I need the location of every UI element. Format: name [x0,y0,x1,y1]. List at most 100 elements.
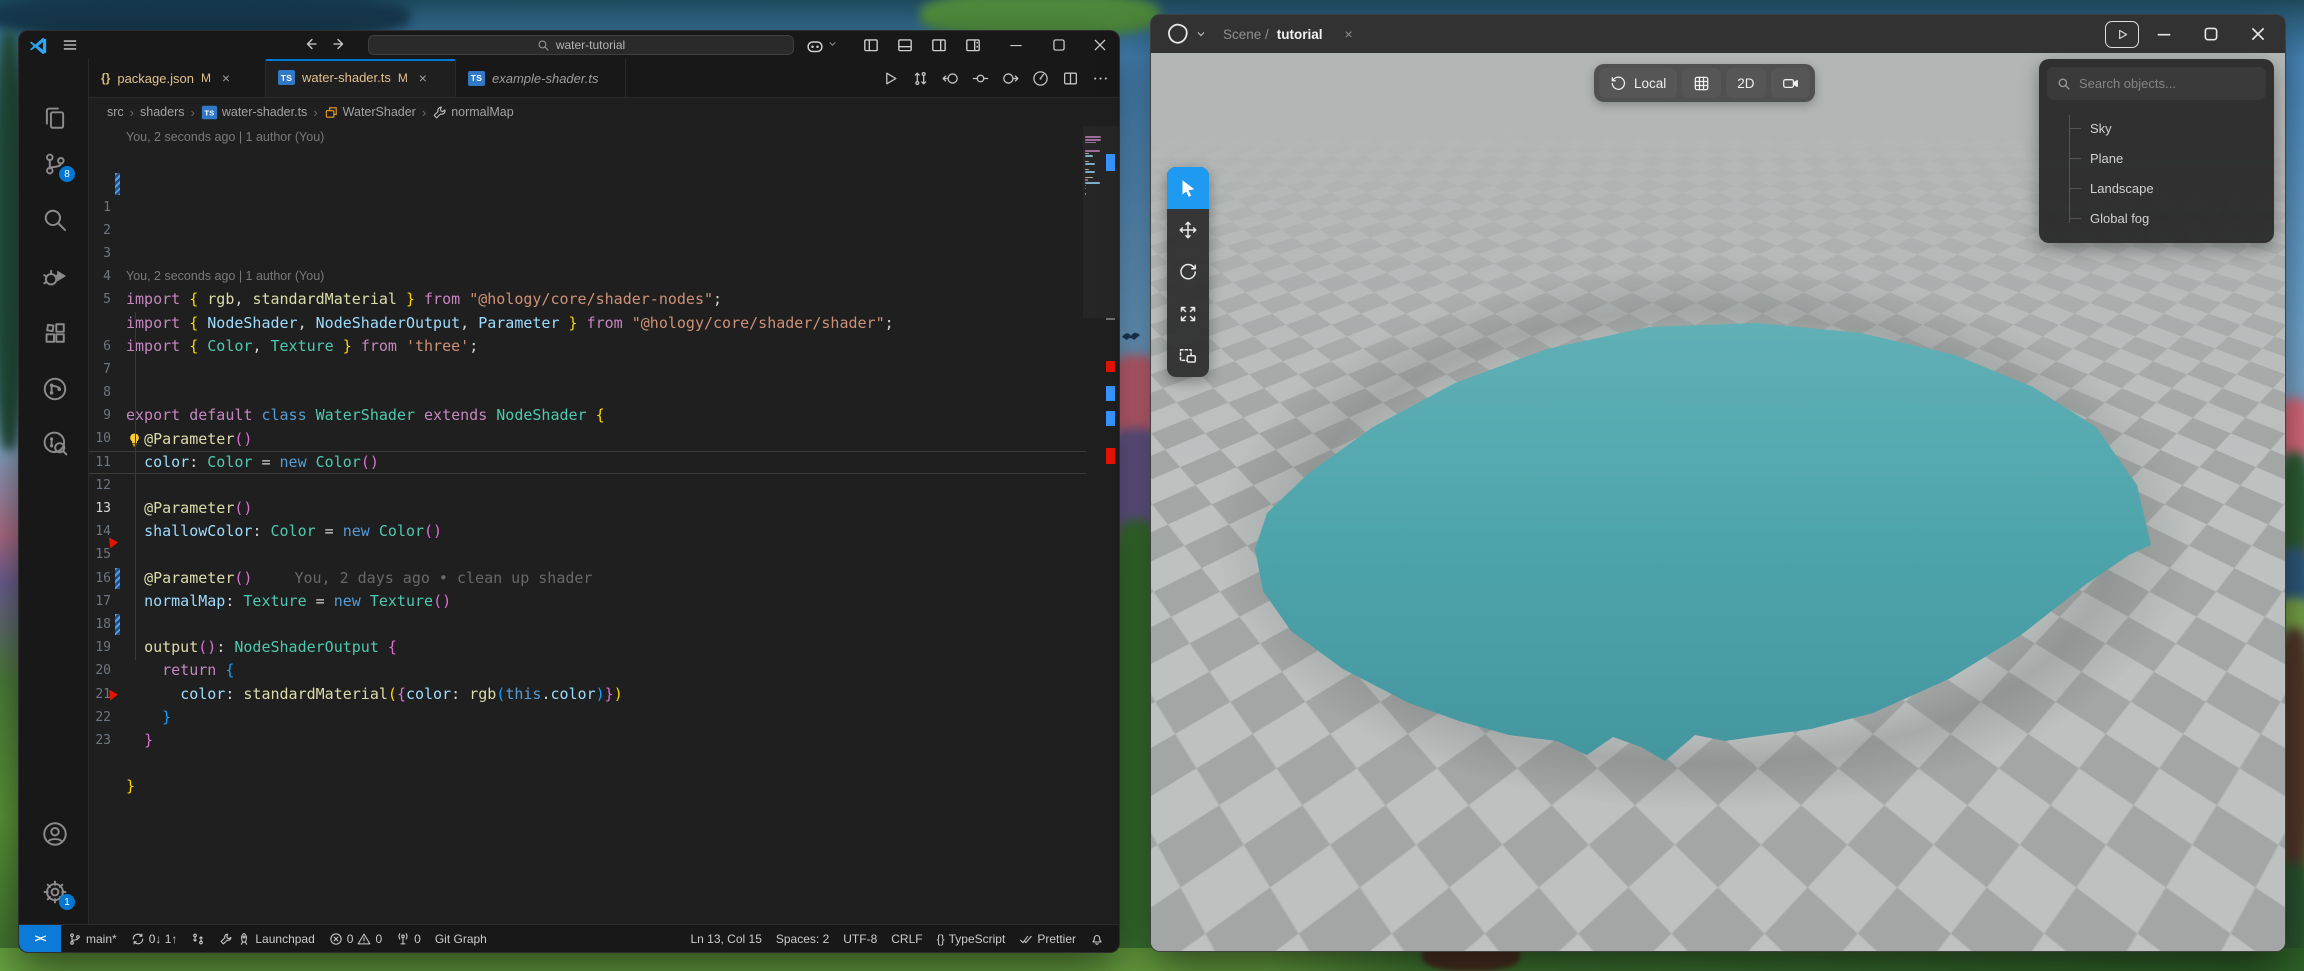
object-item-landscape[interactable]: Landscape [2069,177,2266,199]
code-line-10[interactable]: 10 @Parameter() [89,381,1086,404]
code-line-18[interactable]: 18 color: standardMaterial({color: rgb(t… [89,567,1086,590]
code-line-5[interactable]: 5 [89,242,1086,265]
breadcrumb-item[interactable]: shaders [140,105,184,119]
tool-scale[interactable] [1167,293,1209,335]
tab-water-shader.ts[interactable]: TSwater-shader.ts M × [266,59,456,97]
maximize-icon[interactable] [1050,36,1068,54]
scene-tab[interactable]: Scene / tutorial × [1223,15,1353,53]
close-icon[interactable] [1091,36,1109,54]
status-formatter[interactable]: Prettier [1012,932,1083,946]
code-line-17[interactable]: 17 return { [89,543,1086,566]
code-line-3[interactable]: 3 import { NodeShader, NodeShaderOutput,… [89,196,1086,219]
code-line-20[interactable]: 20 } [89,613,1086,636]
run-graph-icon[interactable] [1032,70,1049,87]
code-line-4[interactable]: 4 import { Color, Texture } from 'three'… [89,219,1086,242]
status-sync[interactable]: 0↓ 1↑ [124,925,185,952]
tab-package.json[interactable]: {}package.json M × [89,59,266,97]
code-line-14[interactable]: 14 normalMap: Texture = new Texture() [89,474,1086,497]
breadcrumb-item[interactable]: TSwater-shader.ts [201,105,307,120]
breadcrumb-item[interactable]: src [107,105,124,119]
object-item-sky[interactable]: Sky [2069,117,2266,139]
code-line-22[interactable]: 22 } [89,659,1086,682]
code-editor[interactable]: You, 2 seconds ago | 1 author (You) 1 2 … [89,126,1119,924]
compare-changes-icon[interactable] [912,70,929,87]
activity-git-graph-circle-icon[interactable] [42,376,68,402]
toggle-panel-icon[interactable] [896,36,914,54]
activity-files-icon[interactable] [42,105,68,131]
code-line-6[interactable]: 6 export default class WaterShader exten… [89,288,1086,311]
breadcrumb[interactable]: src›shaders›TSwater-shader.ts›WaterShade… [107,98,1119,126]
status-indentation[interactable]: Spaces: 2 [769,932,836,946]
code-line-2[interactable]: 2 import { rgb, standardMaterial } from … [89,172,1086,195]
status-branch[interactable]: main* [61,925,124,952]
toolbar-view-2d[interactable]: 2D [1726,68,1765,98]
code-line-21[interactable]: 21 [89,636,1086,659]
code-line-12[interactable]: 12 [89,427,1086,450]
status-encoding[interactable]: UTF-8 [836,932,884,946]
nav-forward-icon[interactable] [332,36,348,54]
prev-change-icon[interactable] [942,70,959,87]
status-feedback[interactable]: 0 [389,925,428,952]
remote-indicator[interactable]: >< [19,925,61,952]
breadcrumb-item[interactable]: WaterShader [324,105,416,120]
object-item-plane[interactable]: Plane [2069,147,2266,169]
close-tab-icon[interactable]: × [218,70,234,86]
status-launchpad[interactable]: Launchpad [212,925,321,952]
water-plane[interactable] [1251,317,2157,763]
objects-search-input[interactable]: Search objects... [2047,67,2266,100]
maximize-icon[interactable] [2201,24,2221,44]
activity-run-debug-icon[interactable] [42,263,68,289]
status-cursor-position[interactable]: Ln 13, Col 15 [683,932,768,946]
activity-search-icon[interactable] [42,207,68,233]
chevron-down-icon[interactable] [827,36,838,54]
object-item-global-fog[interactable]: Global fog [2069,207,2266,229]
code-line-9[interactable]: 9 [89,358,1086,381]
toggle-secondary-sidebar-icon[interactable] [930,36,948,54]
code-line-1[interactable]: 1 [89,149,1086,172]
copilot-icon[interactable] [805,36,825,54]
customize-layout-icon[interactable] [964,36,982,54]
toggle-sidebar-icon[interactable] [862,36,880,54]
tool-rotate[interactable] [1167,251,1209,293]
chevron-down-icon[interactable] [1195,28,1207,40]
tab-example-shader.ts[interactable]: TSexample-shader.ts [456,59,626,97]
next-change-icon[interactable] [1002,70,1019,87]
play-button[interactable] [2105,21,2139,48]
activity-git-history-icon[interactable] [42,430,68,456]
code-line-23[interactable]: 23 [89,683,1086,706]
code-line-11[interactable]: 11 shallowColor: Color = new Color() [89,404,1086,427]
code-line-8[interactable]: 8 color: Color = new Color() [89,335,1086,358]
status-git-graph[interactable]: Git Graph [428,925,494,952]
scene-tab-close-icon[interactable]: × [1331,26,1353,42]
activity-account-icon[interactable] [42,821,68,847]
activity-source-control-icon[interactable]: 8 [42,151,68,177]
toolbar-grid-snap[interactable] [1682,68,1721,98]
status-notifications[interactable] [1083,932,1111,946]
toolbar-camera[interactable] [1771,68,1810,98]
activity-extensions-icon[interactable] [42,320,68,346]
split-editor-icon[interactable] [1062,70,1079,87]
code-line-7[interactable]: 7 @Parameter() [89,312,1086,335]
menu-icon[interactable] [61,36,79,54]
more-actions-icon[interactable] [1092,70,1109,87]
minimize-icon[interactable] [2154,24,2174,44]
toolbar-transform-space[interactable]: Local [1599,68,1677,98]
nav-back-icon[interactable] [302,36,318,54]
status-language[interactable]: {}TypeScript [930,932,1013,946]
status-problems[interactable]: 00 [322,925,389,952]
breadcrumb-item[interactable]: normalMap [432,105,514,120]
viewport-3d[interactable]: Local 2D Search objects... Sky Plane Landsc… [1151,53,2285,951]
command-center-search[interactable]: water-tutorial [368,35,794,55]
code-line-19[interactable]: 19 } [89,590,1086,613]
status-compare[interactable] [184,925,212,952]
minimap[interactable] [1085,126,1103,924]
tool-move[interactable] [1167,209,1209,251]
activity-gear-icon[interactable]: 1 [42,879,68,905]
code-line-15[interactable]: 15 [89,497,1086,520]
status-eol[interactable]: CRLF [884,932,929,946]
code-line-13[interactable]: 13 @Parameter()You, 2 days ago • clean u… [89,451,1086,474]
commit-icon[interactable] [972,70,989,87]
close-tab-icon[interactable]: × [415,70,431,86]
code-line-16[interactable]: 16 output(): NodeShaderOutput { [89,520,1086,543]
hology-logo-icon[interactable] [1165,22,1191,46]
